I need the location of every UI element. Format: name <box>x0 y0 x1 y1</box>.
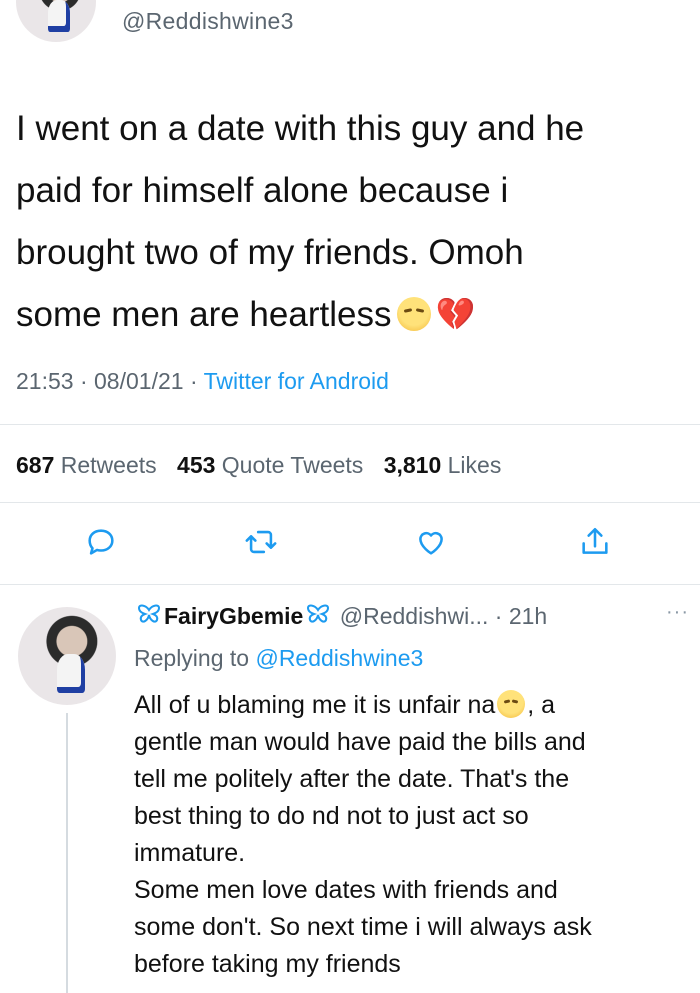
reply-icon <box>88 529 114 555</box>
reply-handle[interactable]: @Reddishwi... <box>340 603 489 629</box>
butterfly-icon <box>306 604 330 632</box>
reply-text-line-first: All of u blaming me it is unfair na , a <box>134 687 694 724</box>
retweets-stat[interactable]: 687 Retweets <box>16 452 157 478</box>
reply-text-line: best thing to do nd not to just act so <box>134 802 529 830</box>
avatar[interactable] <box>18 607 116 705</box>
butterfly-icon <box>137 604 161 632</box>
meta-separator: · <box>189 368 198 394</box>
tweet-actions <box>0 525 700 565</box>
reply-text-line: tell me politely after the date. That's … <box>134 765 570 793</box>
share-button[interactable] <box>578 525 618 565</box>
quotes-label: Quote Tweets <box>221 452 364 478</box>
reply-button[interactable] <box>84 525 124 565</box>
replying-prefix: Replying to <box>134 645 250 671</box>
retweets-count: 687 <box>16 452 55 478</box>
reply-text-line: gentle man would have paid the bills and <box>134 728 586 756</box>
thread-line <box>66 713 68 993</box>
reply-text: All of u blaming me it is unfair na , a g… <box>134 687 694 983</box>
retweet-icon <box>245 530 277 554</box>
reply-display-name[interactable]: FairyGbemie <box>164 603 303 629</box>
meta-separator: · <box>494 603 503 629</box>
reply-time[interactable]: 21h <box>509 603 547 629</box>
tweet-meta: 21:53 · 08/01/21 · Twitter for Android <box>16 368 389 395</box>
reply-tweet[interactable]: FairyGbemie @Reddishwi... · 21h ··· Repl… <box>0 593 700 993</box>
tweet-author-handle[interactable]: @Reddishwine3 <box>122 8 294 35</box>
tweet-text-line: I went on a date with this guy and he <box>16 109 585 148</box>
unamused-face-emoji-icon <box>397 296 432 331</box>
retweets-label: Retweets <box>60 452 157 478</box>
tweet-text-line: brought two of my friends. Omoh <box>16 233 524 272</box>
likes-count: 3,810 <box>383 452 442 478</box>
like-button[interactable] <box>414 525 454 565</box>
divider <box>0 424 700 425</box>
reply-text-line: , a <box>527 691 556 719</box>
more-options-icon[interactable]: ··· <box>666 601 689 624</box>
tweet-source[interactable]: Twitter for Android <box>204 368 389 394</box>
reply-text-line: before taking my friends <box>134 950 401 978</box>
reply-text-line: All of u blaming me it is unfair na <box>134 691 496 719</box>
unamused-face-emoji-icon <box>497 690 526 719</box>
reply-text-line: some don't. So next time i will always a… <box>134 913 592 941</box>
main-tweet: @Reddishwine3 I went on a date with this… <box>0 0 700 585</box>
tweet-text-line: paid for himself alone because i <box>16 171 509 210</box>
divider <box>0 584 700 585</box>
tweet-time[interactable]: 21:53 <box>16 368 74 394</box>
tweet-date[interactable]: 08/01/21 <box>94 368 184 394</box>
divider <box>0 502 700 503</box>
replying-mention[interactable]: @Reddishwine3 <box>255 645 423 671</box>
likes-stat[interactable]: 3,810 Likes <box>384 452 502 478</box>
avatar[interactable] <box>16 0 96 42</box>
likes-label: Likes <box>447 452 502 478</box>
quotes-count: 453 <box>177 452 216 478</box>
reply-text-line: Some men love dates with friends and <box>134 876 558 904</box>
share-icon <box>582 527 608 554</box>
tweet-text-line-last: some men are heartless 💔 <box>16 284 686 348</box>
quote-tweets-stat[interactable]: 453 Quote Tweets <box>177 452 363 478</box>
like-icon <box>419 531 443 555</box>
meta-separator: · <box>79 368 88 394</box>
tweet-text-line: some men are heartless <box>16 295 392 334</box>
replying-to: Replying to @Reddishwine3 <box>134 645 423 672</box>
reply-text-line: immature. <box>134 839 246 867</box>
tweet-stats: 687 Retweets 453 Quote Tweets 3,810 Like… <box>16 452 501 479</box>
tweet-text: I went on a date with this guy and he pa… <box>16 98 686 348</box>
reply-header: FairyGbemie @Reddishwi... · 21h <box>134 603 547 632</box>
retweet-button[interactable] <box>244 525 284 565</box>
broken-heart-emoji-icon: 💔 <box>435 295 476 332</box>
